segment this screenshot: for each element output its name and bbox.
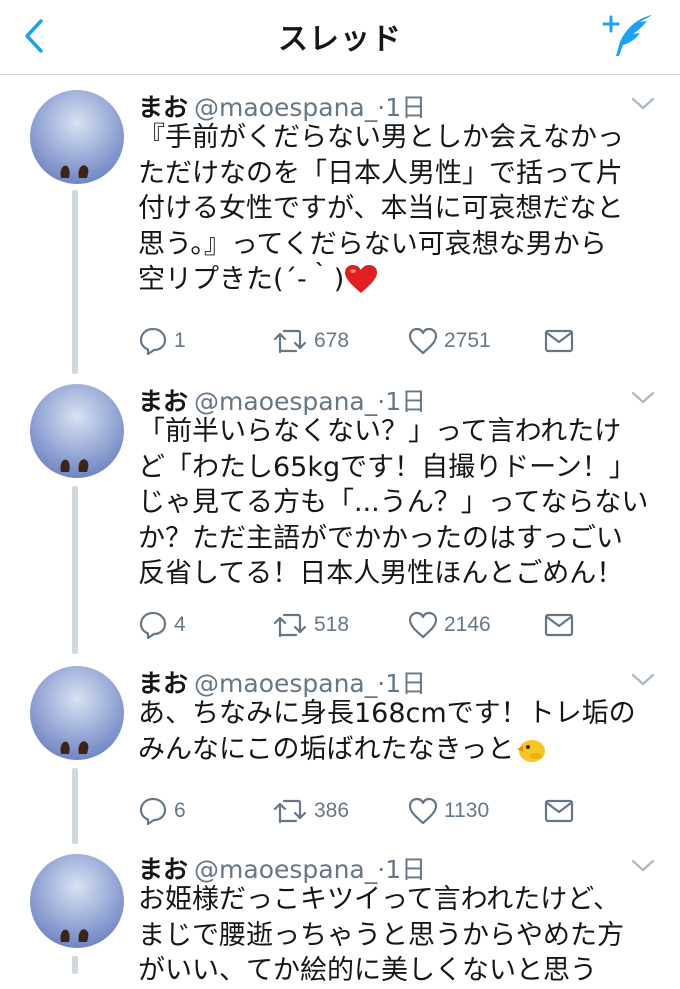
- display-name[interactable]: まお: [138, 669, 188, 698]
- retweet-button[interactable]: 386: [272, 794, 349, 828]
- like-count: 2751: [444, 329, 491, 352]
- envelope-icon: [544, 799, 574, 823]
- red-heart-emoji-icon: [345, 265, 378, 293]
- tweet[interactable]: まお @maoespana_·1日 お姫様だっこキツイって言われたけど、 まじで腰…: [0, 844, 680, 986]
- reply-button[interactable]: 6: [138, 794, 186, 828]
- tweet-text-line: ど「わたし65kgです！自撮りドーン！」: [138, 451, 636, 483]
- retweet-count: 386: [314, 799, 350, 822]
- tweet-header: まお @maoespana_·1日: [138, 664, 426, 700]
- tweet-text-line: か？ただ主語がでかかったのはすっごい: [138, 522, 623, 554]
- direct-message-button[interactable]: [544, 324, 574, 358]
- tweet-text-line: ただけなのを「日本人男性」で括って片: [138, 157, 623, 189]
- reply-button[interactable]: 4: [138, 608, 186, 642]
- avatar-feet-image: [60, 929, 89, 942]
- reply-icon: [139, 797, 167, 826]
- timestamp[interactable]: ·1日: [377, 669, 426, 698]
- retweet-icon: [273, 799, 307, 824]
- avatar-feet-image: [60, 741, 89, 754]
- avatar-feet-image: [60, 459, 89, 472]
- like-button[interactable]: 2146: [408, 608, 491, 642]
- tweet-text-line: 「前半いらなくない？」って言われたけ: [138, 416, 622, 447]
- reply-button[interactable]: 1: [138, 324, 186, 358]
- tweet-text: あ、ちなみに身長168cmです！トレ垢の みんなにこの垢ばれたなきっと: [138, 696, 658, 767]
- display-name[interactable]: まお: [138, 855, 188, 884]
- envelope-icon: [544, 613, 574, 637]
- retweet-button[interactable]: 678: [272, 324, 349, 358]
- retweet-count: 518: [314, 613, 350, 636]
- tweet-text: お姫様だっこキツイって言われたけど、 まじで腰逝っちゃうと思うからやめた方 がい…: [138, 882, 658, 989]
- retweet-icon: [273, 613, 307, 638]
- heart-icon: [408, 611, 438, 639]
- tweet-text-line: がいい、てか絵的に美しくないと思う: [138, 955, 597, 986]
- compose-tweet-icon[interactable]: [600, 12, 658, 60]
- page-title: スレッド: [278, 22, 402, 57]
- retweet-button[interactable]: 518: [272, 608, 349, 642]
- user-handle[interactable]: @maoespana_: [194, 93, 377, 122]
- tweet-text-line: 思う。』ってくだらない可哀想な男から: [138, 228, 607, 260]
- user-handle[interactable]: @maoespana_: [194, 855, 377, 884]
- timestamp[interactable]: ·1日: [377, 855, 426, 884]
- user-handle[interactable]: @maoespana_: [194, 387, 377, 416]
- avatar-feet-image: [60, 165, 89, 178]
- tweet-text-line: 付ける女性ですが、本当に可哀想だなと: [138, 193, 624, 224]
- timestamp[interactable]: ·1日: [377, 387, 426, 416]
- tweet[interactable]: まお @maoespana_·1日 あ、ちなみに身長168cmです！トレ垢の みん…: [0, 654, 680, 844]
- avatar[interactable]: [30, 854, 124, 948]
- thread-line: [72, 768, 78, 844]
- chevron-down-icon[interactable]: [630, 672, 656, 688]
- direct-message-button[interactable]: [544, 608, 574, 642]
- tweet-text-line: 空リプきた(´-｀): [138, 264, 345, 295]
- like-count: 2146: [444, 613, 491, 636]
- envelope-icon: [544, 329, 574, 353]
- navigation-bar: スレッド: [0, 0, 680, 75]
- tweet-header: まお @maoespana_·1日: [138, 850, 426, 886]
- retweet-count: 678: [314, 329, 350, 352]
- heart-icon: [408, 327, 438, 355]
- tweet-text-line: あ、ちなみに身長168cmです！トレ垢の: [138, 698, 636, 729]
- like-button[interactable]: 1130: [408, 794, 489, 828]
- tweet[interactable]: まお @maoespana_·1日 「前半いらなくない？」って言われたけ ど「わた…: [0, 374, 680, 654]
- reply-count: 1: [174, 329, 186, 352]
- reply-icon: [139, 611, 167, 640]
- display-name[interactable]: まお: [138, 93, 188, 122]
- tweet-text-line: 反省してる！日本人男性ほんとごめん！: [138, 558, 624, 589]
- like-button[interactable]: 2751: [408, 324, 491, 358]
- retweet-icon: [273, 329, 307, 354]
- display-name[interactable]: まお: [138, 387, 188, 416]
- timestamp[interactable]: ·1日: [377, 93, 426, 122]
- tweet-actions: 1 678 2751: [138, 324, 658, 358]
- like-count: 1130: [444, 799, 490, 822]
- tweet-header: まお @maoespana_·1日: [138, 382, 426, 418]
- tweet-text: 『手前がくだらない男としか会えなかっ ただけなのを「日本人男性」で括って片 付け…: [138, 120, 658, 298]
- reply-icon: [139, 327, 167, 356]
- heart-icon: [408, 797, 438, 825]
- tweet[interactable]: まお @maoespana_·1日 『手前がくだらない男としか会えなかっ ただけな…: [0, 74, 680, 374]
- tweet-text-line: みんなにこの垢ばれたなきっと: [138, 733, 515, 765]
- thread-line: [72, 190, 78, 374]
- avatar[interactable]: [30, 90, 124, 184]
- chevron-down-icon[interactable]: [630, 390, 656, 406]
- chevron-down-icon[interactable]: [630, 96, 656, 112]
- thread-line: [72, 956, 78, 974]
- direct-message-button[interactable]: [544, 794, 574, 828]
- reply-count: 4: [174, 613, 186, 636]
- tweet-text-line: お姫様だっこキツイって言われたけど、: [138, 884, 620, 915]
- user-handle[interactable]: @maoespana_: [194, 669, 377, 698]
- tweet-text-line: 『手前がくだらない男としか会えなかっ: [138, 122, 624, 153]
- chevron-down-icon[interactable]: [630, 858, 656, 874]
- reply-count: 6: [174, 799, 186, 822]
- baby-chick-emoji-icon: [517, 739, 546, 762]
- tweet-actions: 4 518 2146: [138, 608, 658, 642]
- tweet-text-line: じゃ見てる方も「...うん？」ってならない: [138, 487, 649, 518]
- tweet-header: まお @maoespana_·1日: [138, 88, 426, 124]
- avatar[interactable]: [30, 384, 124, 478]
- tweet-text: 「前半いらなくない？」って言われたけ ど「わたし65kgです！自撮りドーン！」 …: [138, 414, 658, 592]
- tweet-actions: 6 386 1130: [138, 794, 658, 828]
- tweet-text-line: まじで腰逝っちゃうと思うからやめた方: [138, 919, 624, 951]
- avatar[interactable]: [30, 666, 124, 760]
- thread-line: [72, 486, 78, 654]
